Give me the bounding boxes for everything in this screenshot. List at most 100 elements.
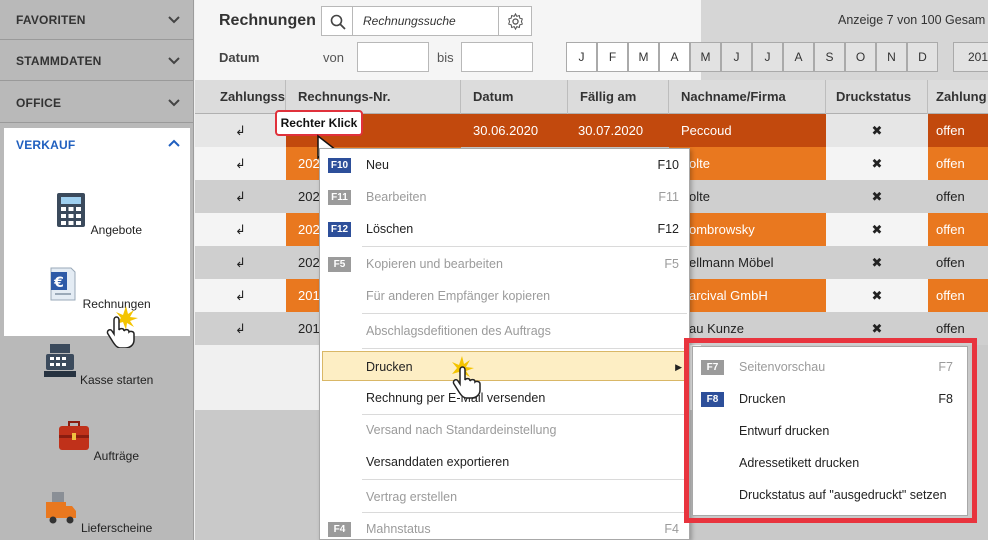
column-header-faellig[interactable]: Fällig am bbox=[568, 80, 669, 114]
submenu-item-druckstatus-setzen[interactable]: Druckstatus auf "ausgedruckt" setzen bbox=[693, 479, 967, 511]
column-header-name[interactable]: Nachname/Firma bbox=[669, 80, 826, 114]
date-from-input[interactable] bbox=[357, 42, 429, 72]
cell-druckstatus: ✖ bbox=[826, 180, 928, 213]
submenu-item-label: Adressetikett drucken bbox=[739, 456, 860, 470]
sidebar-tile-lieferscheine[interactable]: Lieferscheine bbox=[38, 490, 158, 535]
search-icon bbox=[330, 14, 346, 30]
menu-item-mahnstatus[interactable]: F4 Mahnstatus F4 bbox=[320, 514, 689, 540]
submenu-item-label: Druckstatus auf "ausgedruckt" setzen bbox=[739, 488, 947, 502]
menu-item-shortcut: F4 bbox=[664, 522, 679, 536]
menu-item-label: Mahnstatus bbox=[366, 522, 431, 536]
sidebar-section-favoriten[interactable]: FAVORITEN bbox=[0, 0, 193, 40]
sidebar-tile-kasse[interactable]: Kasse starten bbox=[38, 342, 158, 387]
month-button[interactable]: M bbox=[690, 42, 721, 72]
chevron-up-icon bbox=[168, 139, 180, 147]
shortcut-key-badge: F7 bbox=[701, 360, 724, 375]
month-button[interactable]: J bbox=[752, 42, 783, 72]
search-input[interactable]: Rechnungssuche bbox=[352, 6, 499, 36]
menu-item-drucken[interactable]: Drucken ▶ bbox=[322, 351, 687, 381]
submenu-item-shortcut: F8 bbox=[938, 392, 953, 406]
cell-name: ombrowsky bbox=[669, 213, 826, 246]
cell-zahlung: offen bbox=[928, 246, 988, 279]
menu-item-anderer-empfaenger[interactable]: Für anderen Empfänger kopieren bbox=[320, 281, 689, 311]
shortcut-key-badge: F12 bbox=[328, 222, 351, 237]
shortcut-key-badge: F5 bbox=[328, 257, 351, 272]
month-button[interactable]: J bbox=[721, 42, 752, 72]
submenu-item-label: Drucken bbox=[739, 392, 786, 406]
shortcut-key-badge: F8 bbox=[701, 392, 724, 407]
cell-druckstatus: ✖ bbox=[826, 114, 928, 147]
cell-faellig: 30.07.2020 bbox=[568, 114, 669, 147]
column-header-druckstatus[interactable]: Druckstatus bbox=[826, 80, 928, 114]
menu-item-kopieren-bearbeiten[interactable]: F5 Kopieren und bearbeiten F5 bbox=[320, 249, 689, 279]
month-button[interactable]: A bbox=[783, 42, 814, 72]
menu-item-label: Neu bbox=[366, 158, 389, 172]
menu-item-shortcut: F11 bbox=[658, 190, 679, 204]
month-button[interactable]: F bbox=[597, 42, 628, 72]
column-header-datum[interactable]: Datum bbox=[461, 80, 568, 114]
sidebar-section-verkauf[interactable]: VERKAUF bbox=[0, 125, 193, 165]
menu-item-shortcut: F12 bbox=[657, 222, 679, 236]
menu-item-abschlagsdefinitionen[interactable]: Abschlagsdefitionen des Auftrags bbox=[320, 316, 689, 346]
sidebar-section-label: FAVORITEN bbox=[16, 13, 86, 27]
page-title: Rechnungen bbox=[219, 12, 316, 29]
submenu-item-adressetikett[interactable]: Adressetikett drucken bbox=[693, 447, 967, 479]
menu-item-email-versenden[interactable]: Rechnung per E-Mail versenden bbox=[320, 383, 689, 413]
submenu-item-entwurf-drucken[interactable]: Entwurf drucken bbox=[693, 415, 967, 447]
menu-item-neu[interactable]: F10 Neu F10 bbox=[320, 150, 689, 180]
menu-item-label: Für anderen Empfänger kopieren bbox=[366, 289, 551, 303]
submenu-item-label: Seitenvorschau bbox=[739, 360, 826, 374]
column-header-zahlung[interactable]: Zahlung bbox=[928, 80, 988, 114]
month-button[interactable]: N bbox=[876, 42, 907, 72]
menu-item-label: Versanddaten exportieren bbox=[366, 455, 510, 469]
menu-item-label: Abschlagsdefitionen des Auftrags bbox=[366, 324, 551, 338]
submenu-item-shortcut: F7 bbox=[938, 360, 953, 374]
date-to-input[interactable] bbox=[461, 42, 533, 72]
month-button[interactable]: J bbox=[566, 42, 597, 72]
search-settings-button[interactable] bbox=[498, 6, 532, 36]
submenu-item-seitenvorschau[interactable]: F7 Seitenvorschau F7 bbox=[693, 351, 967, 383]
payment-status-icon: ↲ bbox=[195, 213, 286, 246]
sidebar-tile-label: Angebote bbox=[90, 223, 143, 237]
cell-name: Peccoud bbox=[669, 114, 826, 147]
menu-item-vertrag-erstellen[interactable]: Vertrag erstellen bbox=[320, 482, 689, 512]
hand-cursor-icon bbox=[452, 356, 481, 399]
cell-datum: 30.06.2020 bbox=[461, 114, 568, 147]
gear-icon bbox=[508, 13, 523, 30]
payment-status-icon: ↲ bbox=[195, 279, 286, 312]
sidebar-tile-auftraege[interactable]: Aufträge bbox=[38, 418, 158, 463]
submenu-item-drucken[interactable]: F8 Drucken F8 bbox=[693, 383, 967, 415]
column-header-rechnungsnr[interactable]: Rechnungs-Nr. bbox=[286, 80, 461, 114]
month-button[interactable]: S bbox=[814, 42, 845, 72]
month-button[interactable]: D bbox=[907, 42, 938, 72]
sidebar-section-office[interactable]: OFFICE bbox=[0, 83, 193, 123]
menu-separator bbox=[362, 479, 687, 480]
shortcut-key-badge: F4 bbox=[328, 522, 351, 537]
sidebar-section-label: OFFICE bbox=[16, 96, 62, 110]
menu-item-versanddaten-exportieren[interactable]: Versanddaten exportieren bbox=[320, 447, 689, 477]
cell-zahlung: offen bbox=[928, 180, 988, 213]
menu-item-bearbeiten[interactable]: F11 Bearbeiten F11 bbox=[320, 182, 689, 212]
menu-item-versand-standard[interactable]: Versand nach Standardeinstellung bbox=[320, 415, 689, 445]
chevron-down-icon bbox=[168, 16, 180, 24]
sidebar-tile-rechnungen[interactable]: € Rechnungen bbox=[38, 266, 158, 311]
month-button[interactable]: O bbox=[845, 42, 876, 72]
column-header-zahlungsstatus[interactable]: Zahlungsst bbox=[195, 80, 286, 114]
briefcase-icon bbox=[58, 421, 89, 450]
month-button[interactable]: A bbox=[659, 42, 690, 72]
year-selector[interactable]: 201 bbox=[953, 42, 988, 72]
to-label: bis bbox=[437, 50, 454, 65]
sidebar-section-stammdaten[interactable]: STAMMDATEN bbox=[0, 41, 193, 81]
sidebar: FAVORITEN STAMMDATEN OFFICE VERKAUF Ange… bbox=[0, 0, 194, 540]
cell-druckstatus: ✖ bbox=[826, 279, 928, 312]
menu-item-label: Versand nach Standardeinstellung bbox=[366, 423, 557, 437]
sidebar-tile-angebote[interactable]: Angebote bbox=[38, 192, 158, 237]
sidebar-tile-label: Aufträge bbox=[93, 449, 140, 463]
menu-separator bbox=[362, 246, 687, 247]
month-button[interactable]: M bbox=[628, 42, 659, 72]
cell-name: arcival GmbH bbox=[669, 279, 826, 312]
search-button[interactable] bbox=[321, 6, 353, 36]
menu-item-loeschen[interactable]: F12 Löschen F12 bbox=[320, 214, 689, 244]
svg-text:€: € bbox=[53, 275, 64, 291]
cash-register-icon bbox=[43, 344, 76, 377]
